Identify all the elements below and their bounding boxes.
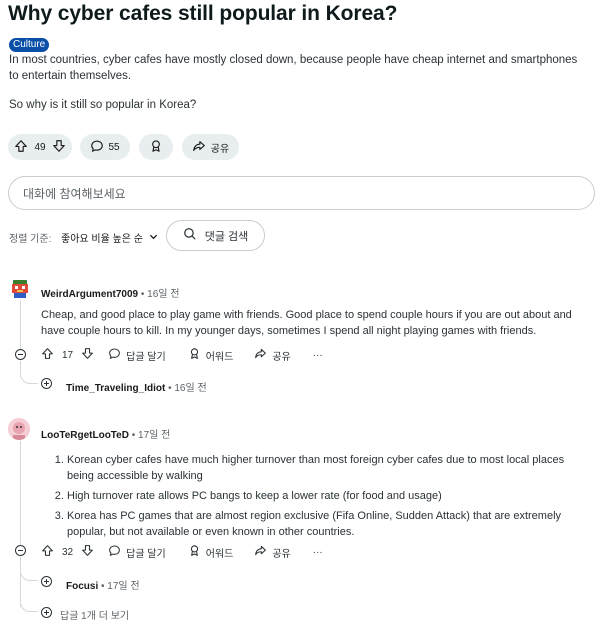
share-icon xyxy=(254,544,267,560)
share-label: 공유 xyxy=(272,548,291,560)
collapse-thread-button[interactable] xyxy=(15,349,26,360)
more-options-button[interactable]: ··· xyxy=(313,547,323,558)
list-item: Korea has PC games that are almost regio… xyxy=(67,508,583,540)
search-icon xyxy=(183,227,197,244)
share-icon xyxy=(192,139,206,156)
award-label: 어워드 xyxy=(205,351,234,363)
award-icon xyxy=(188,544,201,560)
reply-author[interactable]: Focusi • 17일 전 xyxy=(66,577,140,592)
comment-body: Cheap, and good place to play game with … xyxy=(41,309,572,337)
reply-timestamp: • 17일 전 xyxy=(101,581,140,592)
comment-vote-control: 32 xyxy=(41,544,94,560)
comment-time: 17일 전 xyxy=(138,430,171,441)
award-icon xyxy=(149,139,163,156)
comment-vote-control: 17 xyxy=(41,347,94,363)
post-comments-button[interactable]: 55 xyxy=(80,134,130,160)
comment-icon xyxy=(108,347,121,363)
downvote-icon[interactable] xyxy=(81,544,94,560)
avatar[interactable] xyxy=(9,278,31,300)
share-icon xyxy=(254,347,267,363)
award-label: 어워드 xyxy=(205,548,234,560)
comment-author-name[interactable]: WeirdArgument7009 xyxy=(41,289,138,300)
expand-reply-button[interactable] xyxy=(41,378,52,389)
post-share-button[interactable]: 공유 xyxy=(182,134,239,160)
sort-label: 정렬 기준: xyxy=(9,234,52,245)
post-comment-count: 55 xyxy=(108,141,120,153)
post-vote-control: 49 xyxy=(8,134,72,160)
reply-time: 16일 전 xyxy=(174,383,207,394)
post-body-paragraph-2: So why is it still so popular in Korea? xyxy=(9,99,197,111)
comment-actions: 32 답글 달기 어워드 공유 ··· xyxy=(41,543,323,561)
reply-timestamp: • 16일 전 xyxy=(168,383,207,394)
share-label: 공유 xyxy=(210,143,230,155)
thread-branch xyxy=(20,596,38,612)
chevron-down-icon xyxy=(149,232,158,244)
downvote-icon[interactable] xyxy=(52,139,66,156)
more-options-button[interactable]: ··· xyxy=(313,350,323,361)
reply-author-name[interactable]: Time_Traveling_Idiot xyxy=(66,383,165,394)
comment-timestamp: • 16일 전 xyxy=(140,289,180,300)
thread-branch xyxy=(20,366,38,384)
sort-value: 좋아요 비율 높은 순 xyxy=(61,234,143,245)
upvote-icon[interactable] xyxy=(41,347,54,363)
award-icon xyxy=(188,347,201,363)
comment-timestamp: • 17일 전 xyxy=(131,430,171,441)
post-award-button[interactable] xyxy=(139,134,173,160)
expand-reply-button[interactable] xyxy=(41,576,52,587)
reply-label: 답글 달기 xyxy=(126,548,166,560)
post-flair[interactable]: Culture xyxy=(9,38,50,52)
comment-icon xyxy=(90,139,104,156)
comment-author[interactable]: WeirdArgument7009 • 16일 전 xyxy=(41,285,179,300)
reply-button[interactable]: 답글 달기 xyxy=(108,347,166,363)
thread-line xyxy=(20,441,21,545)
avatar[interactable] xyxy=(8,418,30,440)
comment-input[interactable]: 대화에 참여해보세요 xyxy=(8,176,595,210)
post-title: Why cyber cafes still popular in Korea? xyxy=(8,2,398,25)
post-vote-count: 49 xyxy=(34,141,46,153)
post-body-paragraph-1: In most countries, cyber cafes have most… xyxy=(9,54,578,82)
more-replies-icon[interactable] xyxy=(41,607,52,618)
comment-icon xyxy=(108,544,121,560)
collapse-thread-button[interactable] xyxy=(15,545,26,556)
reply-button[interactable]: 답글 달기 xyxy=(108,544,166,560)
share-button[interactable]: 공유 xyxy=(254,347,291,363)
thread-branch xyxy=(20,563,38,581)
share-button[interactable]: 공유 xyxy=(254,544,291,560)
comment-author[interactable]: LooTeRgetLooTeD • 17일 전 xyxy=(41,426,170,441)
award-button[interactable]: 어워드 xyxy=(188,544,234,560)
comment-author-name[interactable]: LooTeRgetLooTeD xyxy=(41,430,129,441)
comment-vote-count: 17 xyxy=(62,349,74,361)
thread-line xyxy=(20,301,21,349)
search-comments-label: 댓글 검색 xyxy=(204,230,249,243)
upvote-icon[interactable] xyxy=(14,139,28,156)
comment-time: 16일 전 xyxy=(147,289,180,300)
reply-author-name[interactable]: Focusi xyxy=(66,581,98,592)
downvote-icon[interactable] xyxy=(81,347,94,363)
share-label: 공유 xyxy=(272,351,291,363)
more-replies-link[interactable]: 답글 1개 더 보기 xyxy=(60,607,129,622)
comment-actions: 17 답글 달기 어워드 공유 ··· xyxy=(41,346,323,364)
award-button[interactable]: 어워드 xyxy=(188,347,234,363)
search-comments-button[interactable]: 댓글 검색 xyxy=(166,220,265,251)
sort-dropdown[interactable]: 좋아요 비율 높은 순 xyxy=(61,230,158,245)
list-item: High turnover rate allows PC bangs to ke… xyxy=(67,488,583,504)
comment-vote-count: 32 xyxy=(62,546,74,558)
reply-author[interactable]: Time_Traveling_Idiot • 16일 전 xyxy=(66,379,207,394)
comment-body-list: Korean cyber cafes have much higher turn… xyxy=(53,452,583,544)
reply-label: 답글 달기 xyxy=(126,351,166,363)
reply-time: 17일 전 xyxy=(107,581,140,592)
list-item: Korean cyber cafes have much higher turn… xyxy=(67,452,583,484)
upvote-icon[interactable] xyxy=(41,544,54,560)
